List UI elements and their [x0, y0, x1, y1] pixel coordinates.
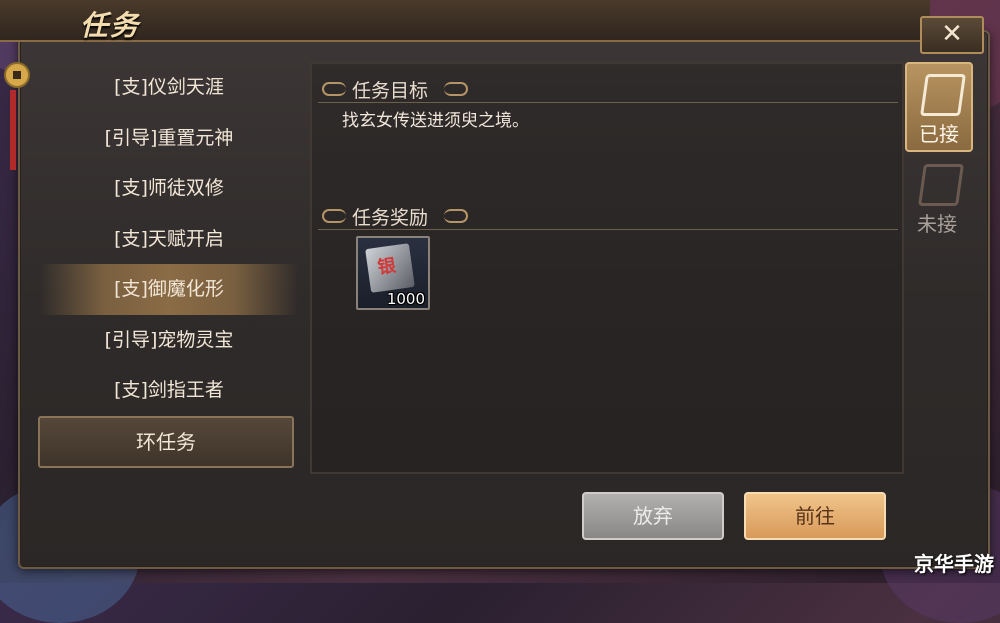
- reward-quantity: 1000: [386, 290, 425, 308]
- goal-description: 找玄女传送进须臾之境。: [342, 111, 529, 131]
- close-button[interactable]: ✕: [920, 16, 984, 54]
- quest-item[interactable]: [支]剑指王者: [40, 365, 298, 416]
- tab-not-accepted-label: 未接: [917, 212, 957, 236]
- watermark-text: 京华手游: [914, 552, 994, 576]
- tassel-ornament: [10, 90, 16, 170]
- reward-item-slot[interactable]: 银 1000: [356, 236, 430, 310]
- quest-list: [支]仪剑天涯 [引导]重置元神 [支]师徒双修 [支]天赋开启 [支]御魔化形…: [40, 62, 298, 472]
- reward-heading: 任务奖励: [352, 207, 429, 229]
- silver-glyph: 银: [376, 255, 398, 279]
- scroll-ornament-icon: [322, 209, 346, 223]
- quest-item-selected[interactable]: [支]御魔化形: [40, 264, 298, 315]
- title-bar: 任务: [0, 0, 930, 42]
- goal-heading: 任务目标: [352, 80, 429, 102]
- quest-item[interactable]: [支]天赋开启: [40, 214, 298, 265]
- window-title: 任务: [80, 9, 141, 42]
- ring-quest-button[interactable]: 环任务: [38, 416, 294, 468]
- quest-item[interactable]: [引导]重置元神: [40, 113, 298, 164]
- scroll-ornament-icon: [444, 82, 468, 96]
- reward-section-header: 任务奖励: [318, 203, 898, 230]
- abandon-button[interactable]: 放弃: [582, 492, 724, 540]
- checked-scroll-icon: [920, 74, 966, 116]
- go-button[interactable]: 前往: [744, 492, 886, 540]
- scroll-ornament-icon: [322, 82, 346, 96]
- quest-item[interactable]: [引导]宠物灵宝: [40, 315, 298, 366]
- scroll-ornament-icon: [444, 209, 468, 223]
- goal-section-header: 任务目标: [318, 76, 898, 103]
- quest-item[interactable]: [支]师徒双修: [40, 163, 298, 214]
- tab-accepted-label: 已接: [919, 122, 959, 146]
- scroll-icon: [918, 164, 964, 206]
- silver-scroll-icon: 银: [365, 243, 415, 293]
- tab-not-accepted[interactable]: 未接: [905, 154, 969, 240]
- tab-accepted[interactable]: 已接: [905, 62, 973, 152]
- quest-item[interactable]: [支]仪剑天涯: [40, 62, 298, 113]
- coin-ornament-icon: [4, 62, 30, 88]
